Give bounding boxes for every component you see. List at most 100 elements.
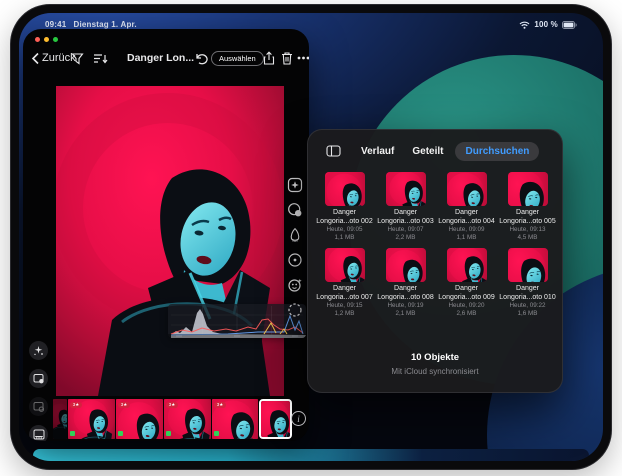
ipad-device: 09:41 Dienstag 1. Apr. 100 % (10, 4, 612, 470)
photo-name-line: Longoria...oto 010 (499, 294, 555, 301)
photo-name-line: Longoria...oto 005 (499, 218, 555, 225)
photo-name-line: Danger (455, 209, 478, 216)
tab-verlauf[interactable]: Verlauf (355, 143, 400, 160)
auto-enhance-button[interactable] (29, 341, 48, 360)
photo-date: Heute, 09:13 (497, 226, 558, 234)
photo-item[interactable]: DangerLongoria...oto 005 Heute, 09:13 4,… (497, 172, 558, 242)
filmstrip-thumbnail-selected[interactable] (259, 399, 292, 439)
filmstrip-thumbnail[interactable]: 3★ (164, 399, 211, 439)
screen: 09:41 Dienstag 1. Apr. 100 % (19, 13, 603, 461)
edit-count-badge: 3★ (118, 402, 130, 408)
tab-durchsuchen[interactable]: Durchsuchen (455, 142, 539, 161)
select-button-label: Auswählen (211, 51, 264, 66)
browser-footer: 10 Objekte Mit iCloud synchronisiert (308, 352, 562, 376)
tab-geteilt[interactable]: Geteilt (406, 143, 449, 160)
photo-name-line: Danger (394, 209, 417, 216)
editor-left-rail (29, 341, 48, 441)
document-title: Danger Lon... (127, 46, 194, 70)
photo-date: Heute, 09:20 (436, 302, 497, 310)
photo-name-line: Longoria...oto 003 (377, 218, 433, 225)
photo-date: Heute, 09:22 (497, 302, 558, 310)
photo-thumbnail[interactable] (386, 248, 426, 282)
photo-date: Heute, 09:05 (314, 226, 375, 234)
photo-name-line: Danger (333, 209, 356, 216)
photo-grid: Danger Longoria...oto 002 Heute, 09:05 1,… (314, 172, 558, 318)
photo-browser-popup: Verlauf Geteilt Durchsuchen (307, 129, 563, 393)
photo-name-line: Danger (333, 285, 356, 292)
edited-status-badge (118, 431, 123, 436)
paste-edits-button[interactable] (29, 397, 48, 416)
delete-button[interactable] (281, 46, 293, 70)
undo-button[interactable] (194, 46, 208, 70)
filmstrip-thumbnail[interactable]: 3★ (68, 399, 115, 439)
photo-size: 1,1 MB (314, 234, 375, 242)
photo-item[interactable]: DangerLongoria...oto 009 Heute, 09:20 2,… (436, 248, 497, 318)
photo-thumbnail[interactable] (447, 248, 487, 282)
filmstrip-thumbnail[interactable] (53, 399, 67, 439)
photo-canvas[interactable] (56, 86, 284, 396)
photo-size: 1,2 MB (314, 310, 375, 318)
copy-edits-button[interactable] (29, 369, 48, 388)
photo-date: Heute, 09:07 (375, 226, 436, 234)
filter-button[interactable] (71, 46, 84, 70)
photo-item[interactable]: DangerLongoria...oto 010 Heute, 09:22 1,… (497, 248, 558, 318)
photo-item[interactable]: DangerLongoria...oto 007 Heute, 09:15 1,… (314, 248, 375, 318)
vignette-icon[interactable] (287, 251, 304, 268)
photo-name-line: Danger (394, 285, 417, 292)
minimize-window-button[interactable] (44, 37, 49, 42)
edit-count-badge: 3★ (214, 402, 226, 408)
photo-date: Heute, 09:15 (314, 302, 375, 310)
filmstrip-thumbnail[interactable]: 3★ (212, 399, 258, 439)
photo-name-line: Longoria...oto 004 (438, 218, 494, 225)
editor-window: Zurück Danger Lon... (23, 29, 309, 441)
window-controls[interactable] (35, 37, 58, 42)
edited-status-badge (166, 431, 171, 436)
wallpaper-cyan-strip (33, 449, 589, 461)
photo-item[interactable]: DangerLongoria...oto 004 Heute, 09:09 1,… (436, 172, 497, 242)
photo-thumbnail[interactable] (325, 172, 365, 206)
sidebar-toggle-icon[interactable] (326, 145, 341, 157)
filmstrip: 3★ 3★ 3★ 3★ (53, 399, 292, 439)
edited-status-badge (70, 431, 75, 436)
photo-name-line: Longoria...oto 002 (316, 218, 372, 225)
info-button-label: i (297, 414, 300, 424)
select-button[interactable]: Auswählen (211, 46, 264, 70)
filmstrip-toggle-button[interactable] (29, 425, 48, 441)
photo-name-line: Longoria...oto 008 (377, 294, 433, 301)
more-button[interactable] (297, 46, 309, 70)
photo-thumbnail[interactable] (508, 172, 548, 206)
close-window-button[interactable] (35, 37, 40, 42)
ml-enhance-icon[interactable] (287, 176, 304, 193)
icloud-sync-status: Mit iCloud synchronisiert (308, 367, 562, 376)
back-button[interactable]: Zurück (31, 46, 76, 70)
zoom-window-button[interactable] (53, 37, 58, 42)
edit-tool-rail (284, 176, 306, 318)
edit-count-badge: 3★ (70, 402, 82, 408)
photo-size: 2,6 MB (436, 310, 497, 318)
photo-thumbnail[interactable] (447, 172, 487, 206)
photo-item[interactable]: Danger Longoria...oto 002 Heute, 09:05 1,… (314, 172, 375, 242)
photo-size: 2,1 MB (375, 310, 436, 318)
info-button[interactable]: i (291, 411, 306, 426)
photo-size: 4,5 MB (497, 234, 558, 242)
retouch-face-icon[interactable] (287, 276, 304, 293)
editor-toolbar: Zurück Danger Lon... (23, 46, 309, 70)
photo-thumbnail[interactable] (386, 172, 426, 206)
clock: 09:41 (45, 20, 66, 29)
photo-item[interactable]: Danger Longoria...oto 003 Heute, 09:07 2,… (375, 172, 436, 242)
photo-item[interactable]: Danger Longoria...oto 008 Heute, 09:19 2,… (375, 248, 436, 318)
date: Dienstag 1. Apr. (73, 20, 136, 29)
color-adjust-icon[interactable] (287, 201, 304, 218)
photo-size: 1,1 MB (436, 234, 497, 242)
browser-header: Verlauf Geteilt Durchsuchen (308, 140, 562, 162)
edited-status-badge (214, 431, 219, 436)
filmstrip-thumbnail[interactable]: 3★ (116, 399, 163, 439)
sort-button[interactable] (93, 46, 108, 70)
selection-icon[interactable] (287, 301, 304, 318)
photo-thumbnail[interactable] (325, 248, 365, 282)
photo-date: Heute, 09:19 (375, 302, 436, 310)
photo-size: 2,2 MB (375, 234, 436, 242)
share-button[interactable] (263, 46, 275, 70)
repair-brush-icon[interactable] (287, 226, 304, 243)
photo-thumbnail[interactable] (508, 248, 548, 282)
